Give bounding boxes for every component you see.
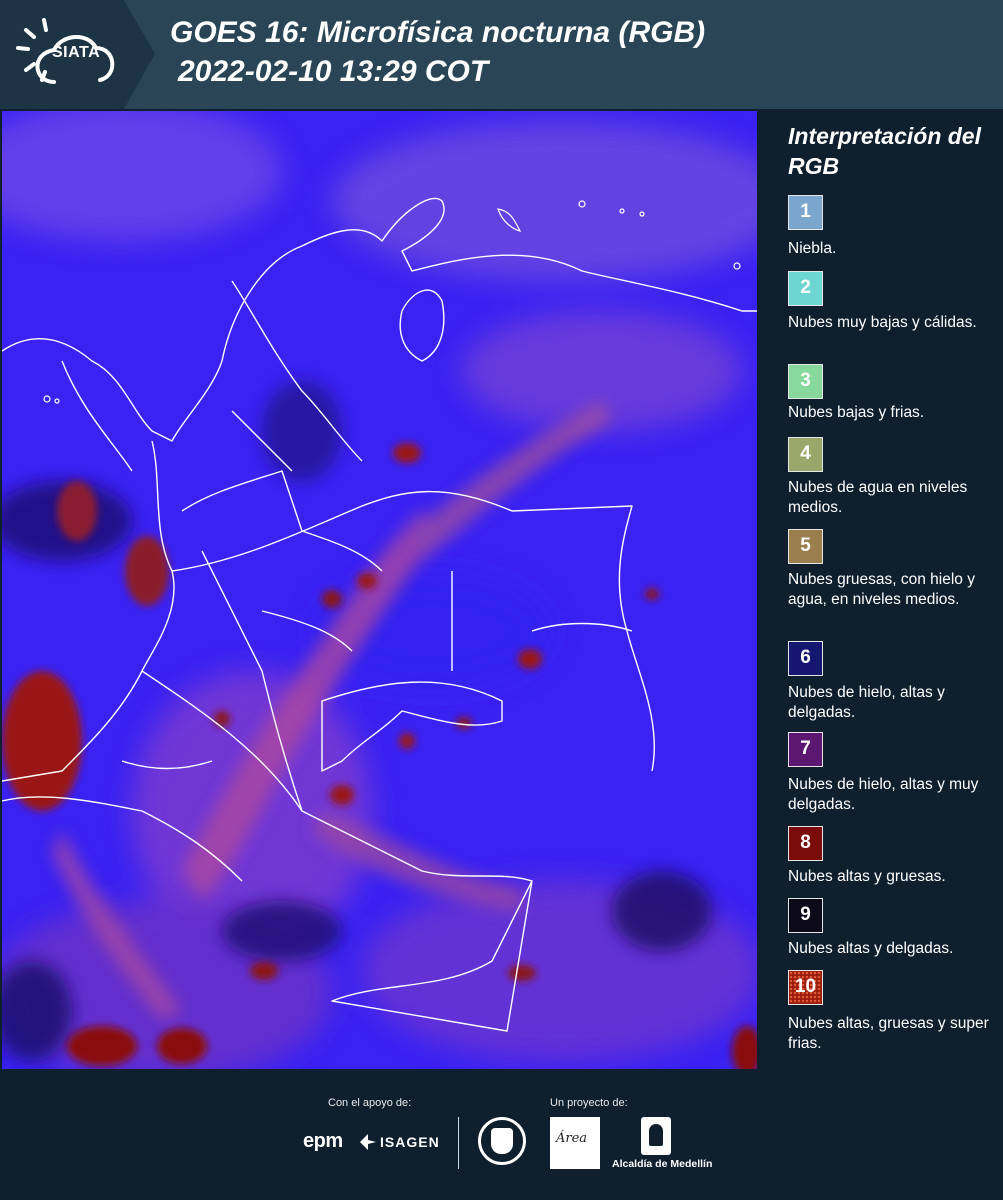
legend-label-6: Nubes de hielo, altas y delgadas. xyxy=(788,684,945,721)
legend-swatch-4: 4 xyxy=(788,437,823,472)
legend-label-10: Nubes altas, gruesas y super frias. xyxy=(788,1015,989,1052)
legend-panel: Interpretación del RGB 1 Niebla. 2 Nubes… xyxy=(760,109,1003,1069)
legend-swatch-5: 5 xyxy=(788,529,823,564)
isagen-mark-icon xyxy=(360,1134,376,1150)
satellite-image xyxy=(2,111,757,1069)
legend-swatch-2: 2 xyxy=(788,271,823,306)
area-metropolitana-logo: Área xyxy=(550,1117,600,1169)
university-seal-logo xyxy=(478,1117,526,1165)
legend-label-2: Nubes muy bajas y cálidas. xyxy=(788,314,977,331)
isagen-logo: ISAGEN xyxy=(380,1134,440,1150)
seal-shield-icon xyxy=(491,1128,513,1154)
support-label: Con el apoyo de: xyxy=(328,1097,412,1109)
footer: Con el apoyo de: Un proyecto de: epm ISA… xyxy=(0,1069,1003,1200)
legend-swatch-7: 7 xyxy=(788,732,823,767)
alcaldia-crest-inner xyxy=(649,1124,663,1146)
timestamp-title: 2022-02-10 13:29 COT xyxy=(178,55,489,88)
epm-logo: epm xyxy=(303,1130,343,1152)
footer-divider xyxy=(458,1117,459,1169)
legend-label-5: Nubes gruesas, con hielo y agua, en nive… xyxy=(788,571,975,608)
alcaldia-crest-icon xyxy=(641,1117,671,1155)
legend-title: Interpretación del RGB xyxy=(788,123,981,179)
page-title: GOES 16: Microfísica nocturna (RGB) xyxy=(170,16,706,49)
project-label: Un proyecto de: xyxy=(550,1097,628,1109)
legend-label-9: Nubes altas y delgadas. xyxy=(788,940,954,957)
header-bar: SIATA GOES 16: Microfísica nocturna (RGB… xyxy=(0,0,1003,109)
legend-swatch-1: 1 xyxy=(788,195,823,230)
legend-label-8: Nubes altas y gruesas. xyxy=(788,868,946,885)
area-logo-text: Área xyxy=(556,1131,588,1146)
legend-label-7: Nubes de hielo, altas y muy delgadas. xyxy=(788,776,979,813)
legend-label-4: Nubes de agua en niveles medios. xyxy=(788,479,968,516)
alcaldia-logo-text: Alcaldía de Medellín xyxy=(612,1158,713,1170)
legend-swatch-10: 10 xyxy=(788,970,823,1005)
legend-swatch-3: 3 xyxy=(788,364,823,399)
legend-swatch-6: 6 xyxy=(788,641,823,676)
legend-label-3: Nubes bajas y frias. xyxy=(788,404,925,421)
satellite-map xyxy=(2,111,757,1069)
legend-label-1: Niebla. xyxy=(788,240,837,257)
legend-swatch-9: 9 xyxy=(788,898,823,933)
legend-swatch-8: 8 xyxy=(788,826,823,861)
siata-logo-text: SIATA xyxy=(52,44,101,61)
